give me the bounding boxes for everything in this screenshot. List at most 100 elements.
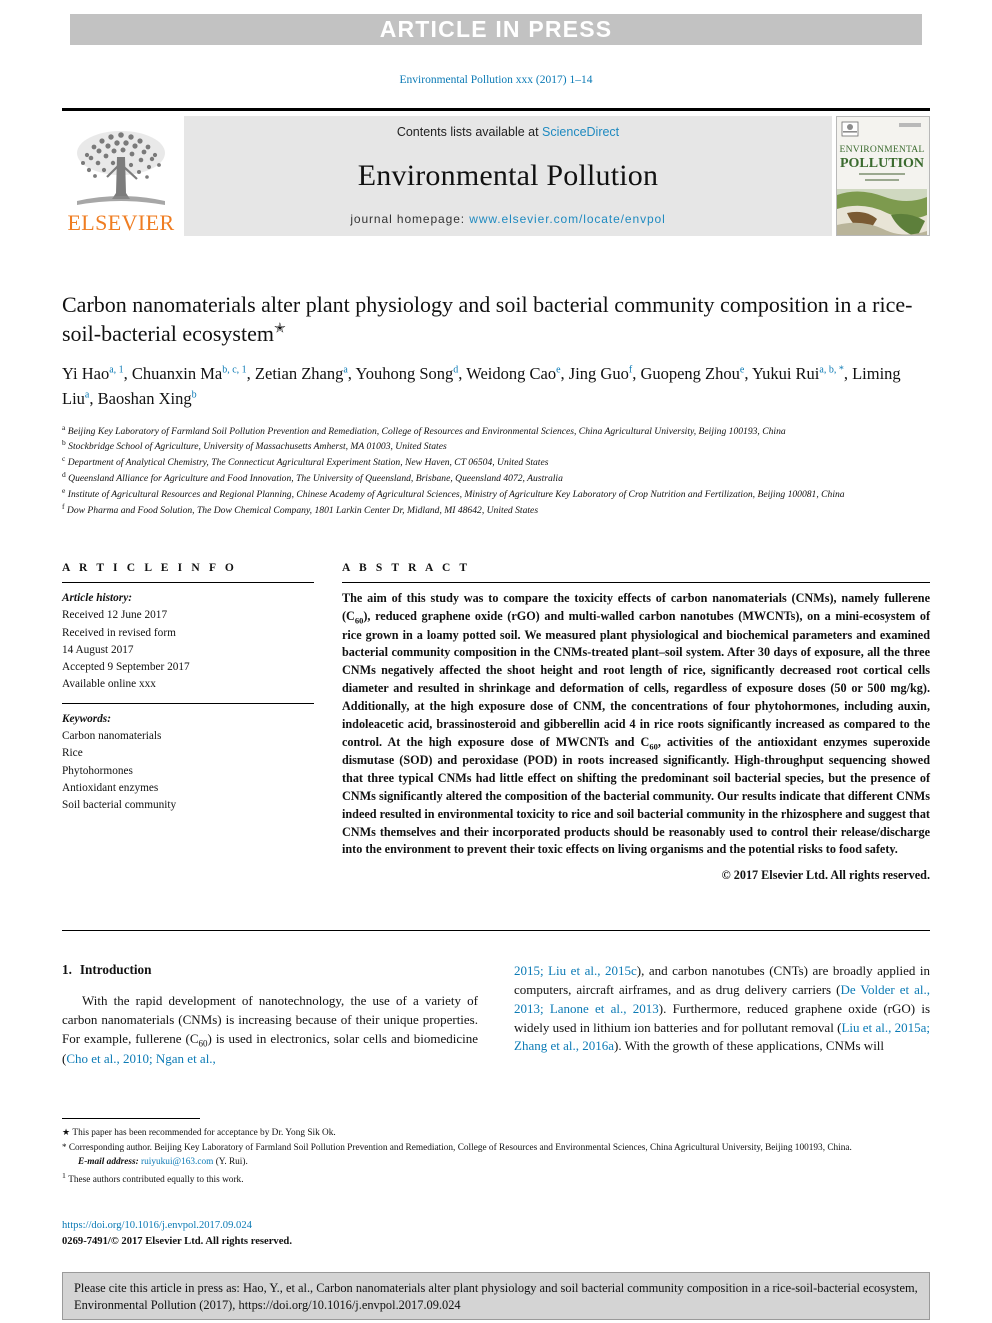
history-line: Accepted 9 September 2017 bbox=[62, 661, 190, 674]
author-item: Guopeng Zhoue, bbox=[640, 364, 752, 383]
email-address-owner: (Y. Rui). bbox=[215, 1156, 248, 1167]
author-name: Chuanxin Ma bbox=[131, 364, 223, 384]
article-info-rule bbox=[62, 582, 314, 583]
keywords-label: Keywords: bbox=[62, 712, 111, 725]
article-info-heading: A R T I C L E I N F O bbox=[62, 562, 237, 574]
doi-link[interactable]: https://doi.org/10.1016/j.envpol.2017.09… bbox=[62, 1218, 582, 1234]
footnote-equal-contribution: 1 These authors contributed equally to t… bbox=[62, 1170, 930, 1188]
email-address-label: E-mail address: bbox=[78, 1156, 139, 1167]
sciencedirect-link[interactable]: ScienceDirect bbox=[542, 125, 619, 139]
journal-masthead: ELSEVIER Contents lists available at Sci… bbox=[62, 108, 930, 236]
abstract-bottom-rule bbox=[62, 930, 930, 931]
intro-right-part-3: ). With the growth of these applications… bbox=[614, 1038, 885, 1054]
svg-text:ENVIRONMENTAL: ENVIRONMENTAL bbox=[840, 144, 925, 155]
journal-cover-thumbnail: ENVIRONMENTAL POLLUTION bbox=[836, 116, 930, 236]
keyword-item: Phytohormones bbox=[62, 764, 133, 777]
author-affil-marker: b, c, 1 bbox=[222, 364, 247, 376]
body-column-left: 1. Introduction With the rapid developmen… bbox=[62, 962, 478, 1069]
abstract-text: The aim of this study was to compare the… bbox=[342, 590, 930, 859]
citation-text: Please cite this article in press as: Ha… bbox=[74, 1281, 918, 1312]
history-line: Available online xxx bbox=[62, 678, 156, 691]
affiliation-text: Stockbridge School of Agriculture, Unive… bbox=[68, 441, 447, 453]
citation-link[interactable]: 2015; Liu et al., 2015c bbox=[514, 963, 637, 978]
footnote-star-marker: ★ bbox=[62, 1127, 71, 1137]
homepage-prefix: journal homepage: bbox=[350, 212, 470, 226]
footnote-corresponding-note: * Corresponding author. Beijing Key Labo… bbox=[62, 1141, 930, 1156]
author-name: Jing Guo bbox=[568, 364, 629, 384]
body-column-right: 2015; Liu et al., 2015c), and carbon nan… bbox=[514, 962, 930, 1069]
affiliation-text: Department of Analytical Chemistry, The … bbox=[67, 457, 549, 469]
info-abstract-section: A R T I C L E I N F O Article history: R… bbox=[62, 562, 930, 883]
affiliation-item: e Institute of Agricultural Resources an… bbox=[62, 486, 930, 502]
author-name: Zetian Zhang bbox=[254, 364, 344, 384]
elsevier-wordmark: ELSEVIER bbox=[67, 210, 175, 235]
author-separator: , bbox=[560, 364, 569, 384]
abstract-heading: A B S T R A C T bbox=[342, 562, 471, 574]
author-item: Chuanxin Mab, c, 1, bbox=[132, 364, 255, 383]
article-in-press-banner: ARTICLE IN PRESS bbox=[70, 14, 922, 45]
journal-homepage-link[interactable]: www.elsevier.com/locate/envpol bbox=[469, 212, 665, 226]
title-footnote-marker: ✭ bbox=[273, 321, 286, 337]
affiliation-item: a Beijing Key Laboratory of Farmland Soi… bbox=[62, 423, 930, 439]
affiliation-text: Beijing Key Laboratory of Farmland Soil … bbox=[67, 425, 786, 437]
author-separator: , bbox=[744, 364, 752, 384]
author-separator: , bbox=[123, 364, 132, 384]
abstract-part-2: ), reduced graphene oxide (rGO) and mult… bbox=[342, 608, 930, 749]
footnote-number-marker: 1 bbox=[62, 1170, 66, 1180]
affiliation-text: Queensland Alliance for Agriculture and … bbox=[68, 473, 563, 485]
affiliation-item: f Dow Pharma and Food Solution, The Dow … bbox=[62, 502, 930, 518]
footnote-star-note: ★ This paper has been recommended for ac… bbox=[62, 1126, 930, 1141]
affiliation-marker: a bbox=[62, 422, 66, 432]
affiliation-marker: f bbox=[62, 501, 65, 511]
keywords-block: Keywords: Carbon nanomaterials Rice Phyt… bbox=[62, 711, 314, 815]
citation-link[interactable]: Cho et al., 2010; Ngan et al., bbox=[66, 1051, 215, 1066]
article-title-text: Carbon nanomaterials alter plant physiol… bbox=[62, 292, 913, 347]
author-name: Baoshan Xing bbox=[97, 388, 192, 408]
footnote-corresponding-text: Corresponding author. Beijing Key Labora… bbox=[68, 1142, 852, 1153]
contents-prefix: Contents lists available at bbox=[396, 125, 543, 139]
journal-homepage-line: journal homepage: www.elsevier.com/locat… bbox=[350, 212, 665, 226]
article-history-label: Article history: bbox=[62, 592, 132, 604]
keyword-item: Rice bbox=[62, 747, 83, 760]
article-in-press-label: ARTICLE IN PRESS bbox=[379, 16, 613, 42]
footnote-block: ★ This paper has been recommended for ac… bbox=[62, 1126, 930, 1188]
paper-page: ARTICLE IN PRESS Environmental Pollution… bbox=[0, 0, 992, 1323]
article-info-column: A R T I C L E I N F O Article history: R… bbox=[62, 562, 314, 883]
doi-block: https://doi.org/10.1016/j.envpol.2017.09… bbox=[62, 1218, 582, 1250]
author-name: Weidong Cao bbox=[466, 364, 557, 384]
footnote-divider bbox=[62, 1118, 200, 1119]
author-separator: , bbox=[89, 388, 98, 408]
affiliation-item: c Department of Analytical Chemistry, Th… bbox=[62, 454, 930, 470]
author-separator: , bbox=[843, 364, 853, 384]
abstract-copyright: © 2017 Elsevier Ltd. All rights reserved… bbox=[721, 868, 930, 883]
email-address-link[interactable]: ruiyukui@163.com bbox=[141, 1157, 213, 1167]
author-item: Baoshan Xingb bbox=[98, 389, 197, 408]
author-name: Yi Hao bbox=[62, 364, 110, 384]
author-item: Jing Guof, bbox=[569, 364, 641, 383]
history-line: Received 12 June 2017 bbox=[62, 609, 168, 622]
author-name: Youhong Song bbox=[355, 364, 454, 384]
footnote-email-note: E-mail address: ruiyukui@163.com (Y. Rui… bbox=[62, 1156, 930, 1170]
running-head: Environmental Pollution xxx (2017) 1–14 bbox=[399, 74, 593, 86]
title-block: Carbon nanomaterials alter plant physiol… bbox=[62, 290, 930, 517]
author-affil-marker: a, 1 bbox=[109, 364, 124, 376]
history-line: 14 August 2017 bbox=[62, 643, 134, 656]
author-list: Yi Haoa, 1, Chuanxin Mab, c, 1, Zetian Z… bbox=[62, 362, 930, 412]
keyword-item: Soil bacterial community bbox=[62, 799, 177, 812]
section-heading-introduction: 1. Introduction bbox=[62, 962, 478, 978]
section-number: 1. bbox=[62, 962, 72, 977]
affiliation-list: a Beijing Key Laboratory of Farmland Soi… bbox=[62, 423, 930, 518]
abstract-part-3: , activities of the antioxidant enzymes … bbox=[342, 734, 930, 857]
abstract-column: A B S T R A C T The aim of this study wa… bbox=[342, 562, 930, 883]
author-item: Yi Haoa, 1, bbox=[62, 364, 132, 383]
intro-left-subscript: 60 bbox=[198, 1038, 208, 1049]
elsevier-logo: ELSEVIER bbox=[62, 116, 180, 236]
citation-box: Please cite this article in press as: Ha… bbox=[62, 1272, 930, 1320]
journal-title: Environmental Pollution bbox=[357, 158, 659, 192]
keyword-item: Carbon nanomaterials bbox=[62, 729, 162, 742]
affiliation-text: Institute of Agricultural Resources and … bbox=[67, 488, 845, 500]
history-line: Received in revised form bbox=[62, 626, 176, 639]
article-history-block: Article history: Received 12 June 2017 R… bbox=[62, 590, 314, 694]
author-item: Weidong Caoe, bbox=[466, 364, 569, 383]
contents-available-line: Contents lists available at ScienceDirec… bbox=[397, 125, 619, 139]
